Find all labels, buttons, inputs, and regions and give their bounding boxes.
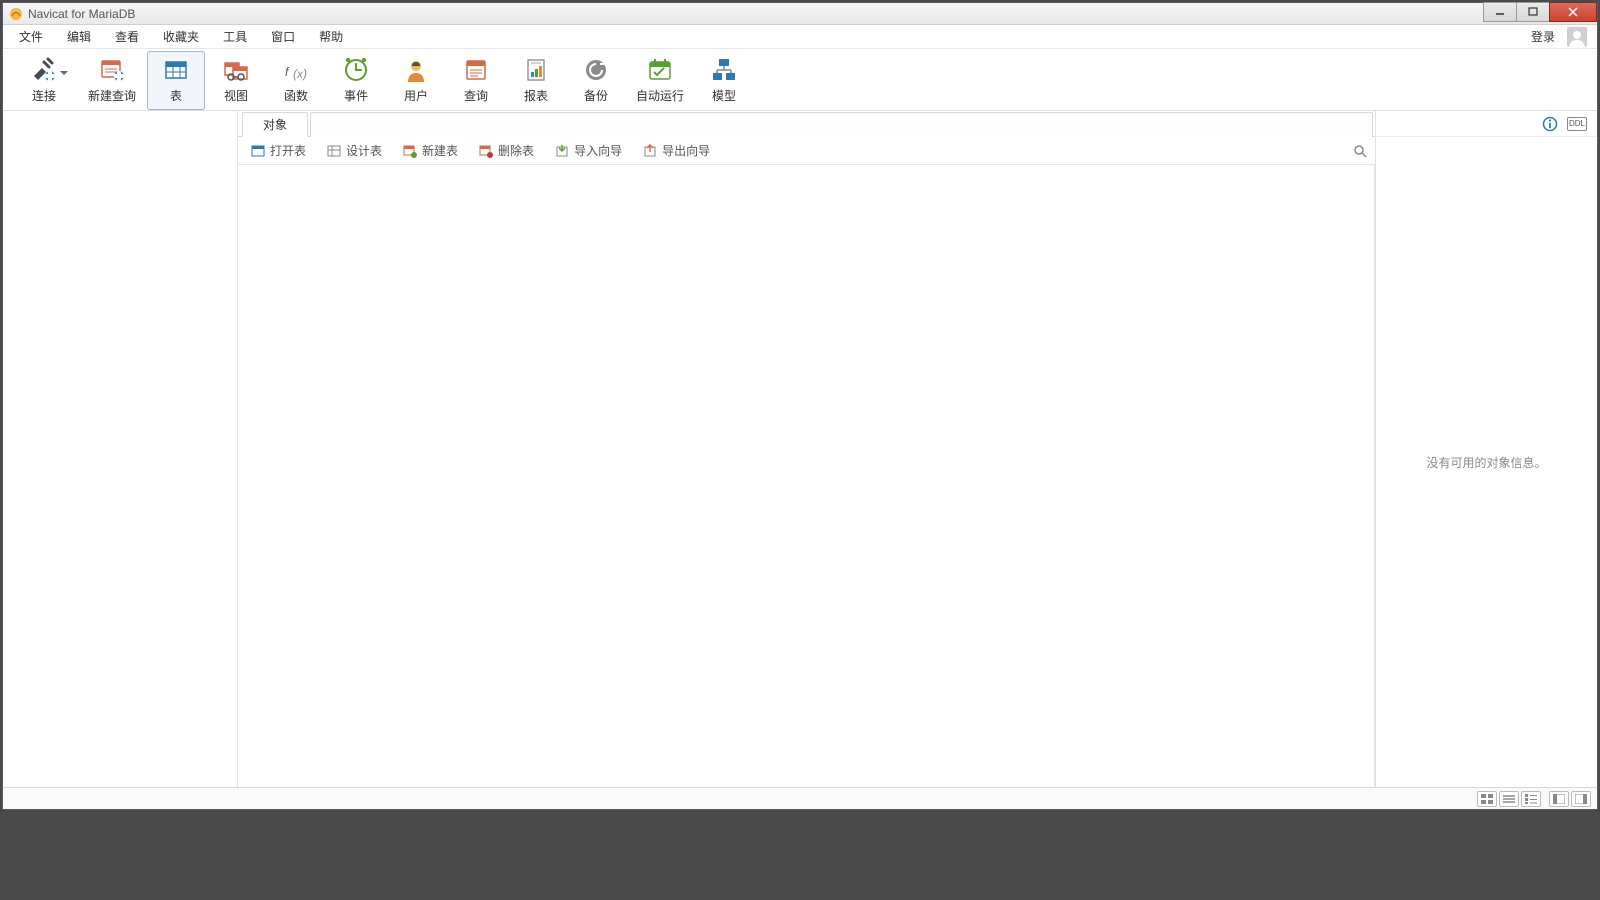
app-icon bbox=[9, 7, 23, 21]
toolbar-event[interactable]: 事件 bbox=[327, 51, 385, 110]
toolbar-backup[interactable]: 备份 bbox=[567, 51, 625, 110]
info-panel-body: 没有可用的对象信息。 bbox=[1376, 137, 1597, 787]
schedule-icon bbox=[646, 56, 674, 84]
export-wizard-button[interactable]: 导出向导 bbox=[636, 140, 716, 161]
query-icon bbox=[462, 56, 490, 84]
svg-text:f: f bbox=[285, 65, 290, 79]
new-table-icon bbox=[402, 143, 418, 159]
toolbar-query[interactable]: 查询 bbox=[447, 51, 505, 110]
clock-icon bbox=[342, 56, 370, 84]
plug-icon bbox=[30, 56, 58, 84]
titlebar[interactable]: Navicat for MariaDB bbox=[3, 3, 1597, 25]
view-mode-group bbox=[1477, 791, 1541, 807]
model-icon bbox=[710, 56, 738, 84]
toggle-right-panel-icon[interactable] bbox=[1571, 791, 1591, 807]
table-icon bbox=[162, 56, 190, 84]
report-icon bbox=[522, 56, 550, 84]
maximize-button[interactable] bbox=[1516, 2, 1550, 22]
tab-strip[interactable] bbox=[310, 112, 1373, 137]
minimize-button[interactable] bbox=[1483, 2, 1517, 22]
app-window: Navicat for MariaDB 文件 编辑 查看 收藏夹 工具 窗口 帮… bbox=[2, 2, 1598, 810]
toolbar-model[interactable]: 模型 bbox=[695, 51, 753, 110]
toolbar-new-query[interactable]: 新建查询 bbox=[79, 51, 145, 110]
toolbar-report[interactable]: 报表 bbox=[507, 51, 565, 110]
function-icon: f(x) bbox=[282, 56, 310, 84]
info-icon[interactable] bbox=[1541, 115, 1559, 133]
design-table-button[interactable]: 设计表 bbox=[320, 140, 388, 161]
delete-table-icon bbox=[478, 143, 494, 159]
open-table-button[interactable]: 打开表 bbox=[244, 140, 312, 161]
toolbar-user[interactable]: 用户 bbox=[387, 51, 445, 110]
object-list[interactable] bbox=[238, 165, 1375, 787]
menu-help[interactable]: 帮助 bbox=[307, 25, 355, 48]
open-table-icon bbox=[250, 143, 266, 159]
view-icon bbox=[222, 56, 250, 84]
ddl-icon[interactable]: DDL bbox=[1567, 117, 1587, 131]
search-icon[interactable] bbox=[1351, 142, 1369, 160]
toolbar-autorun[interactable]: 自动运行 bbox=[627, 51, 693, 110]
login-link[interactable]: 登录 bbox=[1523, 25, 1563, 48]
view-list-icon[interactable] bbox=[1499, 791, 1519, 807]
window-controls bbox=[1484, 3, 1597, 24]
toolbar-view[interactable]: 视图 bbox=[207, 51, 265, 110]
menu-view[interactable]: 查看 bbox=[103, 25, 151, 48]
menu-tools[interactable]: 工具 bbox=[211, 25, 259, 48]
menu-fav[interactable]: 收藏夹 bbox=[151, 25, 211, 48]
design-table-icon bbox=[326, 143, 342, 159]
info-panel: DDL 没有可用的对象信息。 bbox=[1375, 111, 1597, 787]
view-detail-icon[interactable] bbox=[1521, 791, 1541, 807]
toolbar-table[interactable]: 表 bbox=[147, 51, 205, 110]
tab-objects[interactable]: 对象 bbox=[242, 112, 308, 137]
avatar-icon[interactable] bbox=[1567, 27, 1587, 47]
menu-window[interactable]: 窗口 bbox=[259, 25, 307, 48]
chevron-down-icon bbox=[60, 66, 68, 80]
backup-icon bbox=[582, 56, 610, 84]
statusbar bbox=[3, 787, 1597, 809]
connection-tree[interactable] bbox=[3, 111, 238, 787]
close-button[interactable] bbox=[1549, 2, 1597, 22]
toolbar-function[interactable]: f(x) 函数 bbox=[267, 51, 325, 110]
main-toolbar: 连接 新建查询 表 视图 f(x) 函数 bbox=[3, 49, 1597, 111]
svg-text:(x): (x) bbox=[293, 67, 307, 81]
menu-edit[interactable]: 编辑 bbox=[55, 25, 103, 48]
view-grid-icon[interactable] bbox=[1477, 791, 1497, 807]
new-table-button[interactable]: 新建表 bbox=[396, 140, 464, 161]
info-empty-text: 没有可用的对象信息。 bbox=[1426, 454, 1546, 471]
toggle-left-panel-icon[interactable] bbox=[1549, 791, 1569, 807]
toolbar-connect[interactable]: 连接 bbox=[11, 51, 77, 110]
import-wizard-button[interactable]: 导入向导 bbox=[548, 140, 628, 161]
delete-table-button[interactable]: 删除表 bbox=[472, 140, 540, 161]
menu-file[interactable]: 文件 bbox=[7, 25, 55, 48]
user-icon bbox=[402, 56, 430, 84]
menubar: 文件 编辑 查看 收藏夹 工具 窗口 帮助 登录 bbox=[3, 25, 1597, 49]
window-title: Navicat for MariaDB bbox=[28, 7, 1484, 21]
body: 对象 打开表 设计表 新建表 删除表 bbox=[3, 111, 1597, 787]
center-pane: 对象 打开表 设计表 新建表 删除表 bbox=[238, 111, 1375, 787]
new-query-icon bbox=[98, 56, 126, 84]
export-icon bbox=[642, 143, 658, 159]
info-panel-header: DDL bbox=[1376, 111, 1597, 137]
import-icon bbox=[554, 143, 570, 159]
object-toolbar: 打开表 设计表 新建表 删除表 导入向导 bbox=[238, 137, 1375, 165]
tabs-row: 对象 bbox=[238, 111, 1375, 137]
panel-toggle-group bbox=[1549, 791, 1591, 807]
